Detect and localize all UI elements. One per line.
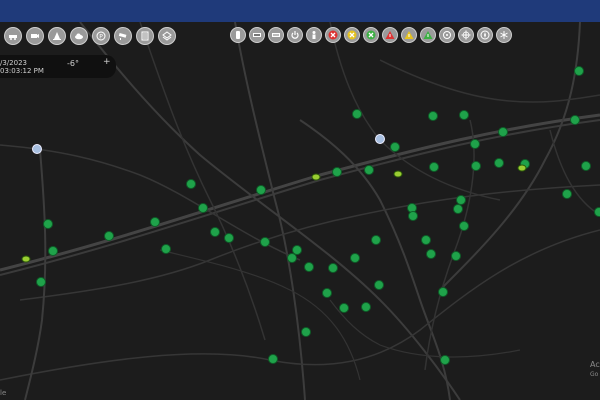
sensor-marker[interactable] [494, 158, 504, 168]
security-camera-icon[interactable] [114, 27, 132, 45]
display-sign-icon[interactable] [249, 27, 265, 43]
vehicle-marker[interactable] [311, 173, 321, 181]
sensor-marker[interactable] [371, 235, 381, 245]
sensor-marker[interactable] [374, 280, 384, 290]
road-network [0, 22, 600, 400]
sensor-marker[interactable] [352, 109, 362, 119]
sensor-marker[interactable] [256, 185, 266, 195]
vehicle-marker[interactable] [517, 164, 527, 172]
map-layer[interactable] [0, 22, 600, 400]
layer-toolbar-right [230, 27, 512, 45]
sensor-marker[interactable] [440, 355, 450, 365]
power-icon[interactable] [287, 27, 303, 43]
snowflake-icon[interactable] [496, 27, 512, 43]
layer-toolbar-left: P [4, 27, 176, 45]
sensor-marker[interactable] [562, 189, 572, 199]
device-marker[interactable] [375, 134, 385, 144]
sensor-marker[interactable] [594, 207, 600, 217]
sensor-marker[interactable] [104, 231, 114, 241]
device-marker[interactable] [32, 144, 42, 154]
sensor-marker[interactable] [459, 110, 469, 120]
sensor-marker[interactable] [322, 288, 332, 298]
vehicle-marker[interactable] [21, 255, 31, 263]
compass-icon[interactable] [477, 27, 493, 43]
warning-red-icon[interactable] [382, 27, 398, 43]
sensor-marker[interactable] [408, 211, 418, 221]
sensor-marker[interactable] [43, 219, 53, 229]
vehicle-marker[interactable] [393, 170, 403, 178]
person-icon[interactable] [306, 27, 322, 43]
sensor-marker[interactable] [456, 195, 466, 205]
sensor-marker[interactable] [498, 127, 508, 137]
sensor-marker[interactable] [304, 262, 314, 272]
sensor-marker[interactable] [364, 165, 374, 175]
corner-text-2: Go [590, 371, 599, 378]
sensor-marker[interactable] [426, 249, 436, 259]
phone-icon[interactable] [230, 27, 246, 43]
sensor-marker[interactable] [390, 142, 400, 152]
sensor-marker[interactable] [48, 246, 58, 256]
svg-text:P: P [99, 33, 103, 40]
sensor-marker[interactable] [350, 253, 360, 263]
crosshair-icon[interactable] [458, 27, 474, 43]
sensor-marker[interactable] [451, 251, 461, 261]
sensor-marker[interactable] [186, 179, 196, 189]
dms-icon[interactable] [268, 27, 284, 43]
info-time: 03:03:12 PM [0, 67, 44, 75]
sensor-marker[interactable] [581, 161, 591, 171]
sensor-marker[interactable] [471, 161, 481, 171]
sensor-marker[interactable] [438, 287, 448, 297]
sensor-marker[interactable] [421, 235, 431, 245]
sensor-marker[interactable] [287, 253, 297, 263]
map-layer-icon[interactable] [158, 27, 176, 45]
incident-yellow-x-icon[interactable] [344, 27, 360, 43]
sensor-marker[interactable] [292, 245, 302, 255]
sensor-marker[interactable] [210, 227, 220, 237]
parking-icon[interactable]: P [92, 27, 110, 45]
sensor-marker[interactable] [332, 167, 342, 177]
corner-text-1: Ac [590, 360, 600, 369]
incident-red-x-icon[interactable] [325, 27, 341, 43]
corner-text-3: le [0, 389, 7, 397]
map-canvas[interactable] [0, 22, 600, 400]
target-icon[interactable] [439, 27, 455, 43]
info-temperature: -6° [67, 59, 79, 68]
sensor-marker[interactable] [339, 303, 349, 313]
expand-button[interactable]: + [103, 57, 111, 67]
traffic-cone-icon[interactable] [48, 27, 66, 45]
incident-green-x-icon[interactable] [363, 27, 379, 43]
sensor-marker[interactable] [224, 233, 234, 243]
sensor-marker[interactable] [570, 115, 580, 125]
sensor-marker[interactable] [328, 263, 338, 273]
warning-yellow-icon[interactable] [401, 27, 417, 43]
sensor-marker[interactable] [459, 221, 469, 231]
sensor-marker[interactable] [260, 237, 270, 247]
app-header-bar [0, 0, 600, 22]
status-info-panel: /3/2023 03:03:12 PM -6° + [0, 55, 116, 78]
sensor-marker[interactable] [453, 204, 463, 214]
sensor-marker[interactable] [198, 203, 208, 213]
weather-cloud-icon[interactable] [70, 27, 88, 45]
car-icon[interactable] [4, 27, 22, 45]
warning-green-icon[interactable] [420, 27, 436, 43]
message-sign-icon[interactable] [136, 27, 154, 45]
info-date: /3/2023 [0, 59, 27, 67]
sensor-marker[interactable] [268, 354, 278, 364]
sensor-marker[interactable] [161, 244, 171, 254]
sensor-marker[interactable] [428, 111, 438, 121]
sensor-marker[interactable] [150, 217, 160, 227]
sensor-marker[interactable] [470, 139, 480, 149]
sensor-marker[interactable] [574, 66, 584, 76]
traffic-camera-icon[interactable] [26, 27, 44, 45]
sensor-marker[interactable] [36, 277, 46, 287]
sensor-marker[interactable] [301, 327, 311, 337]
sensor-marker[interactable] [429, 162, 439, 172]
sensor-marker[interactable] [361, 302, 371, 312]
